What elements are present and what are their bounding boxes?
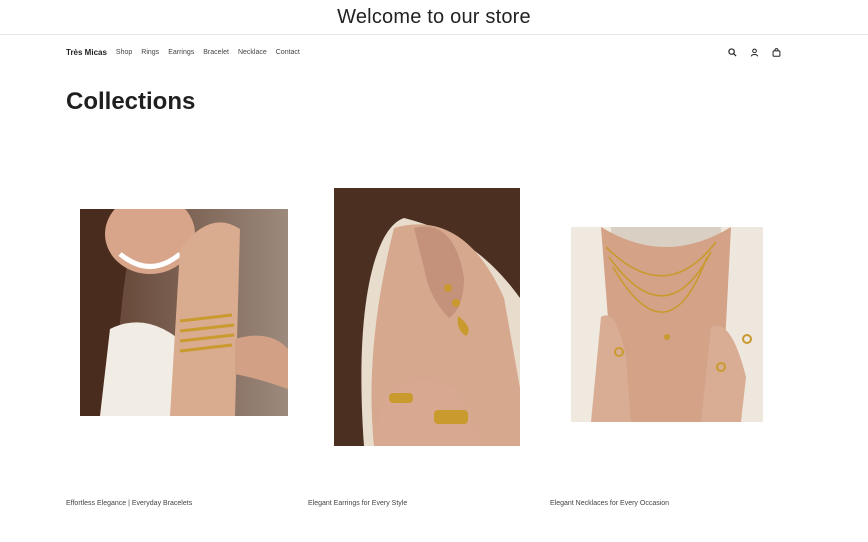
earrings-collection-image[interactable] (334, 188, 520, 446)
nav-link-earrings[interactable]: Earrings (168, 49, 194, 56)
bracelets-collection-image[interactable] (80, 209, 288, 416)
site-header: Très Micas Shop Rings Earrings Bracelet … (66, 44, 782, 60)
brand-logo[interactable]: Très Micas (66, 48, 107, 57)
search-icon[interactable] (727, 47, 738, 58)
announcement-bar: Welcome to our store (0, 0, 868, 35)
collection-caption-necklaces[interactable]: Elegant Necklaces for Every Occasion (550, 500, 669, 507)
header-icons (727, 47, 782, 58)
main-nav: Shop Rings Earrings Bracelet Necklace Co… (116, 49, 300, 56)
necklaces-collection-image[interactable] (571, 227, 763, 422)
nav-link-shop[interactable]: Shop (116, 49, 132, 56)
nav-link-bracelet[interactable]: Bracelet (203, 49, 229, 56)
nav-link-necklace[interactable]: Necklace (238, 49, 267, 56)
cart-icon[interactable] (771, 47, 782, 58)
announcement-text: Welcome to our store (337, 5, 531, 28)
page-title: Collections (66, 88, 196, 115)
collection-caption-earrings[interactable]: Elegant Earrings for Every Style (308, 500, 407, 507)
nav-link-contact[interactable]: Contact (276, 49, 300, 56)
account-icon[interactable] (749, 47, 760, 58)
collection-caption-bracelets[interactable]: Effortless Elegance | Everyday Bracelets (66, 500, 192, 507)
nav-link-rings[interactable]: Rings (141, 49, 159, 56)
